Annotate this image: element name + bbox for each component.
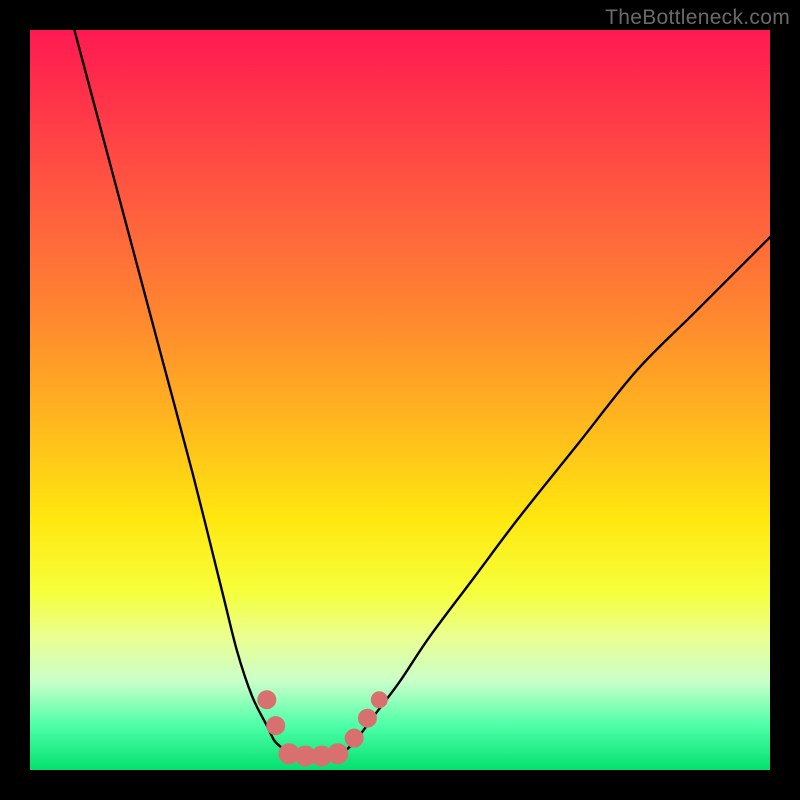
marker-right-dot-upper [371, 692, 387, 708]
series-left-curve [74, 30, 289, 755]
plot-area [30, 30, 770, 770]
marker-left-dot-upper [258, 691, 276, 709]
chart-svg [30, 30, 770, 770]
marker-floor-dot-4 [328, 744, 348, 764]
marker-right-dot-lower [345, 729, 363, 747]
watermark-label: TheBottleneck.com [605, 6, 790, 30]
series-right-curve [341, 237, 770, 755]
marker-left-dot-lower [267, 717, 285, 735]
marker-layer [258, 691, 387, 766]
chart-frame: TheBottleneck.com [0, 0, 800, 800]
curve-layer [74, 30, 770, 755]
marker-right-dot-mid [358, 709, 376, 727]
